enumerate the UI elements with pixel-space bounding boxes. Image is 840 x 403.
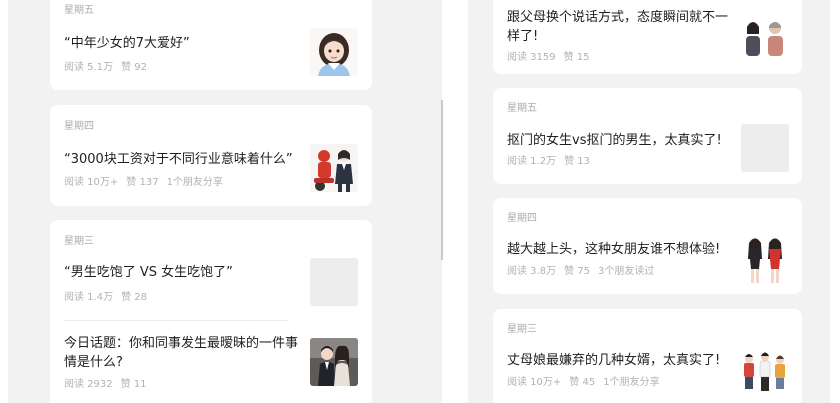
article-meta: 阅读 10万+ 赞 137 1个朋友分享	[64, 173, 223, 188]
weekday-label: 星期五	[64, 5, 94, 16]
weekday-label: 星期四	[64, 121, 94, 132]
article-card[interactable]: 星期三 丈母娘最嫌弃的几种女婿，太真实了! 阅读 10万+ 赞 45 1个朋友分享	[493, 309, 802, 403]
article-title[interactable]: 今日话题：你和同事发生最暧昧的一件事情是什么?	[64, 334, 300, 372]
article-meta: 阅读 3.8万赞 75 3个朋友读过	[507, 262, 654, 277]
weekday-label: 星期三	[64, 236, 94, 247]
article-title[interactable]: 丈母娘最嫌弃的几种女婿，太真实了!	[507, 351, 729, 370]
article-meta: 阅读 5.1万赞 92	[64, 58, 147, 73]
article-thumbnail[interactable]	[310, 258, 358, 306]
article-thumbnail[interactable]	[741, 14, 789, 62]
friend-read-count: 3个朋友读过	[598, 266, 655, 277]
article-thumbnail[interactable]	[310, 338, 358, 386]
weekday-label: 星期三	[507, 324, 537, 335]
article-thumbnail[interactable]	[741, 124, 789, 172]
weekday-label: 星期四	[507, 213, 537, 224]
article-title[interactable]: “男生吃饱了 VS 女生吃饱了”	[64, 263, 300, 282]
weekday-label: 星期五	[507, 103, 537, 114]
article-thumbnail[interactable]	[310, 28, 358, 76]
read-count: 阅读 2932	[64, 379, 113, 390]
article-title[interactable]: 抠门的女生vs抠门的男生，太真实了!	[507, 131, 729, 150]
friend-share-count: 1个朋友分享	[166, 177, 223, 188]
read-count: 阅读 1.4万	[64, 292, 114, 303]
article-title[interactable]: “3000块工资对于不同行业意味着什么”	[64, 150, 300, 169]
left-feed-panel: 星期五 “中年少女的7大爱好” 阅读 5.1万赞 92 星期四 “3000块工资…	[8, 0, 442, 403]
like-count: 赞 45	[569, 377, 596, 388]
article-card[interactable]: 跟父母换个说话方式，态度瞬间就不一样了! 阅读 3159 赞 15	[493, 0, 802, 74]
read-count: 阅读 3159	[507, 52, 556, 63]
article-meta: 阅读 10万+ 赞 45 1个朋友分享	[507, 373, 660, 388]
article-card[interactable]: 星期四 越大越上头，这种女朋友谁不想体验! 阅读 3.8万赞 75 3个朋友读过	[493, 198, 802, 294]
article-thumbnail[interactable]	[741, 347, 789, 395]
read-count: 阅读 10万+	[507, 377, 562, 388]
scrollbar[interactable]	[441, 100, 443, 260]
like-count: 赞 75	[564, 266, 590, 277]
article-divider	[64, 320, 288, 321]
article-card[interactable]: 星期四 “3000块工资对于不同行业意味着什么” 阅读 10万+ 赞 137 1个朋…	[50, 105, 372, 206]
friend-share-count: 1个朋友分享	[603, 377, 660, 388]
article-thumbnail[interactable]	[310, 144, 358, 192]
read-count: 阅读 3.8万	[507, 266, 557, 277]
article-title[interactable]: “中年少女的7大爱好”	[64, 34, 300, 53]
article-card[interactable]: 星期五 “中年少女的7大爱好” 阅读 5.1万赞 92	[50, 0, 372, 90]
article-title[interactable]: 跟父母换个说话方式，态度瞬间就不一样了!	[507, 8, 729, 46]
read-count: 阅读 1.2万	[507, 156, 557, 167]
article-card[interactable]: 星期三 “男生吃饱了 VS 女生吃饱了” 阅读 1.4万赞 28 今日话题：你和…	[50, 220, 372, 403]
article-meta: 阅读 2932 赞 11	[64, 375, 147, 390]
right-feed-panel: 跟父母换个说话方式，态度瞬间就不一样了! 阅读 3159 赞 15 星期五 抠门的…	[468, 0, 830, 403]
like-count: 赞 13	[564, 156, 590, 167]
article-meta: 阅读 3159 赞 15	[507, 48, 590, 63]
like-count: 赞 11	[120, 379, 147, 390]
like-count: 赞 92	[121, 62, 147, 73]
like-count: 赞 137	[126, 177, 159, 188]
article-title[interactable]: 越大越上头，这种女朋友谁不想体验!	[507, 240, 729, 259]
article-thumbnail[interactable]	[741, 235, 789, 283]
article-card[interactable]: 星期五 抠门的女生vs抠门的男生，太真实了! 阅读 1.2万赞 13	[493, 88, 802, 184]
like-count: 赞 15	[563, 52, 590, 63]
article-meta: 阅读 1.2万赞 13	[507, 152, 590, 167]
article-meta: 阅读 1.4万赞 28	[64, 288, 147, 303]
read-count: 阅读 10万+	[64, 177, 119, 188]
read-count: 阅读 5.1万	[64, 62, 114, 73]
like-count: 赞 28	[121, 292, 147, 303]
